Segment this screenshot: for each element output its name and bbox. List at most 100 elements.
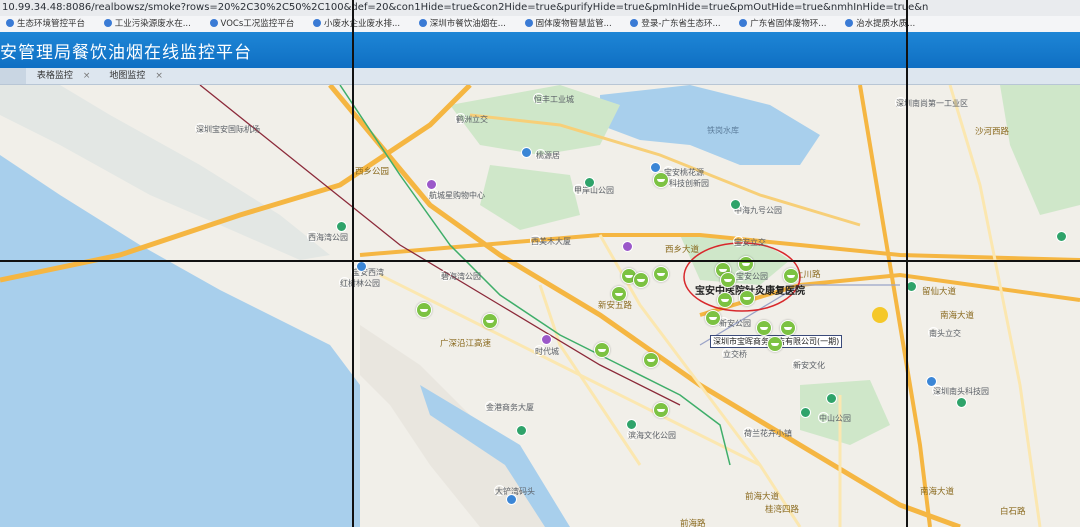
map-label: 铁岗水库 [707,126,739,135]
map-label: 深圳南尚第一工业区 [895,97,968,108]
bookmark-icon [103,19,112,27]
screen-seam [352,0,354,527]
url-text: 10.99.34.48:8086/realbowsz/smoke?rows=20… [2,2,929,13]
shopping-poi-icon [622,241,633,252]
map-label: 白石路 [1000,507,1026,517]
close-icon[interactable]: × [83,71,91,81]
restaurant-marker-icon[interactable] [739,290,755,306]
restaurant-marker-icon[interactable] [482,313,498,329]
bookmark-item[interactable]: 治水提质水质... [839,16,915,32]
map-label: 新安文化 [792,359,825,370]
map-label: 大铲湾码头 [494,485,535,496]
green-area [800,380,890,445]
map-label: 桂湾四路 [765,505,800,515]
restaurant-marker-icon[interactable] [783,268,799,284]
park-poi-icon [626,419,637,430]
shopping-poi-icon [541,334,552,345]
bookmark-item[interactable]: 固体废物智慧监管... [519,16,612,32]
map-label: 宝安立交 [733,236,766,247]
map-label: 前海大道 [745,492,780,502]
map-label: 深圳南头科技园 [932,385,989,396]
restaurant-marker-icon[interactable] [780,320,796,336]
restaurant-marker-icon[interactable] [594,342,610,358]
map-label: 科技创新园 [668,177,709,188]
map-label: 航城星购物中心 [428,189,485,200]
page-title: 安管理局餐饮油烟在线监控平台 [0,43,252,63]
park-poi-icon [730,199,741,210]
bookmark-icon [418,19,427,27]
restaurant-marker-icon[interactable] [705,310,721,326]
map-label: 桃源居 [535,149,560,160]
landmark-poi-icon [521,147,532,158]
bookmark-item[interactable]: 生态环境管控平台 [0,16,85,32]
bookmark-item[interactable]: 广东省固体废物环... [733,16,826,32]
restaurant-marker-icon[interactable] [767,336,783,352]
screen-seam [0,260,1080,262]
close-icon[interactable]: × [155,71,163,81]
app-header: 安管理局餐饮油烟在线监控平台 [0,32,1080,68]
bookmark-item[interactable]: 登录-广东省生态环... [624,16,721,32]
restaurant-marker-icon[interactable] [720,272,736,288]
bookmark-item[interactable]: VOCs工况监控平台 [204,16,294,32]
bookmark-icon [209,19,218,27]
restaurant-marker-icon[interactable] [756,320,772,336]
bookmarks-bar: 生态环境管控平台 工业污染源废水在... VOCs工况监控平台 小废水企业废水排… [0,16,1080,32]
map-label: 深圳宝安国际机场 [195,123,260,134]
landmark-poi-icon [650,162,661,173]
map-label: 时代城 [534,345,559,356]
address-bar[interactable]: 10.99.34.48:8086/realbowsz/smoke?rows=20… [0,0,1080,16]
tab-home[interactable] [0,68,26,84]
bookmark-icon [845,19,854,27]
bookmark-icon [739,19,748,27]
restaurant-marker-icon[interactable] [653,266,669,282]
restaurant-marker-icon[interactable] [611,286,627,302]
map-label: 金港商务大厦 [485,401,534,412]
map-label: 沙河西路 [975,127,1010,137]
map-label: 南海大道 [920,487,955,497]
map-label: 南海大道 [940,311,975,321]
map-label: 中山公园 [818,412,851,423]
map-label: 荷兰花卉小镇 [743,427,792,438]
restaurant-marker-icon[interactable] [717,292,733,308]
map-label: 恒丰工业城 [533,93,574,104]
restaurant-marker-icon[interactable] [643,352,659,368]
map-label: 西乡大道 [665,245,700,255]
tab-map-monitor[interactable]: 地图监控 × [101,68,171,84]
park-poi-icon [826,393,837,404]
restaurant-marker-icon[interactable] [653,402,669,418]
landmark-poi-icon [356,261,367,272]
restaurant-marker-icon[interactable] [653,172,669,188]
map-label: 留仙大道 [922,287,957,297]
park-poi-icon [516,425,527,436]
restaurant-marker-icon[interactable] [416,302,432,318]
park-poi-icon [800,407,811,418]
map-label: 立交桥 [722,348,747,359]
restaurant-marker-icon[interactable] [738,256,754,272]
landmark-poi-icon [926,376,937,387]
restaurant-marker-icon[interactable] [633,272,649,288]
map-label: 红树林公园 [339,277,380,288]
park-poi-icon [584,177,595,188]
map-label: 前海路 [680,519,706,527]
tab-table-monitor[interactable]: 表格监控 × [29,68,99,84]
park-poi-icon [336,221,347,232]
green-area [1000,85,1080,215]
map-view[interactable]: 恒丰工业城鹤洲立交桃源居铁岗水库宝安桃花源科技创新园中海九号公园航城星购物中心甲… [0,85,1080,527]
park-poi-icon [956,397,967,408]
map-label: 碧海湾公园 [440,270,481,281]
map-label: 西乡公园 [355,167,390,177]
map-label: 西美木大厦 [530,235,571,246]
bookmark-item[interactable]: 深圳市餐饮油烟在... [413,16,506,32]
map-label: 鹤洲立交 [455,113,488,124]
tab-bar: 表格监控 × 地图监控 × [0,68,1080,85]
smiley-icon [872,307,888,323]
green-area [480,165,580,230]
bookmark-icon [6,19,14,27]
bookmark-icon [312,19,321,27]
map-label: 南头立交 [928,327,961,338]
screen-seam [906,0,908,527]
map-label: 广深沿江高速 [440,339,492,349]
bookmark-item[interactable]: 工业污染源废水在... [98,16,191,32]
park-poi-icon [1056,231,1067,242]
highway [858,85,932,527]
